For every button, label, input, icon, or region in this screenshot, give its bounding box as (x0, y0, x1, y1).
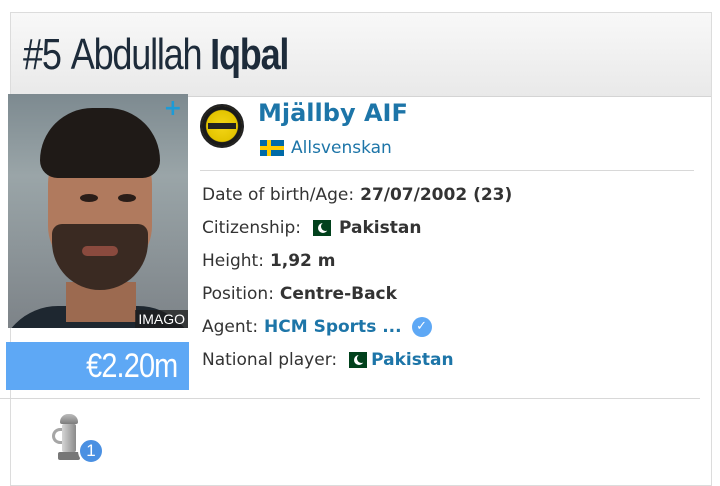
info-row-dob: Date of birth/Age: 27/07/2002 (23) (202, 178, 512, 211)
plus-icon[interactable]: + (164, 96, 182, 121)
shirt-number: #5 (23, 29, 62, 79)
achievement-count-badge: 1 (78, 438, 104, 464)
pakistan-flag-icon (307, 219, 332, 236)
height-value: 1,92 m (269, 250, 336, 271)
page-title: #5 Abdullah Iqbal (23, 29, 289, 80)
dob-label: Date of birth/Age: (202, 184, 355, 205)
national-player-label: National player: (202, 349, 338, 370)
citizenship-value: Pakistan (339, 217, 422, 238)
divider (200, 170, 694, 171)
sweden-flag-icon (260, 140, 284, 156)
national-team-link[interactable]: Pakistan (371, 350, 453, 370)
last-name: Iqbal (210, 29, 289, 79)
first-name: Abdullah (70, 29, 203, 79)
agent-link[interactable]: HCM Sports ... (264, 317, 402, 337)
agent-label: Agent: (202, 316, 259, 337)
info-row-agent: Agent: HCM Sports ... ✓ (202, 310, 512, 343)
position-value: Centre-Back (279, 283, 397, 304)
league-link[interactable]: Allsvenskan (291, 138, 392, 158)
position-label: Position: (202, 283, 274, 304)
market-value[interactable]: €2.20m (6, 342, 189, 390)
market-value-text: €2.20m (85, 347, 178, 385)
info-row-position: Position: Centre-Back (202, 277, 512, 310)
league-info: Allsvenskan (260, 138, 392, 158)
pakistan-flag-icon (343, 351, 368, 368)
divider (0, 398, 700, 399)
height-label: Height: (202, 250, 264, 271)
info-row-national-player: National player: Pakistan (202, 343, 512, 376)
citizenship-label: Citizenship: (202, 217, 302, 238)
club-name-link[interactable]: Mjällby AIF (258, 99, 408, 127)
info-row-height: Height: 1,92 m (202, 244, 512, 277)
info-row-citizenship: Citizenship: Pakistan (202, 211, 512, 244)
club-logo-icon[interactable] (200, 104, 244, 148)
player-info-list: Date of birth/Age: 27/07/2002 (23) Citiz… (202, 178, 512, 376)
player-header: #5 Abdullah Iqbal (11, 13, 711, 97)
dob-value: 27/07/2002 (23) (360, 184, 513, 205)
verified-check-icon: ✓ (411, 316, 432, 337)
photo-credit: IMAGO (135, 310, 188, 328)
player-photo[interactable]: + IMAGO (8, 94, 188, 328)
